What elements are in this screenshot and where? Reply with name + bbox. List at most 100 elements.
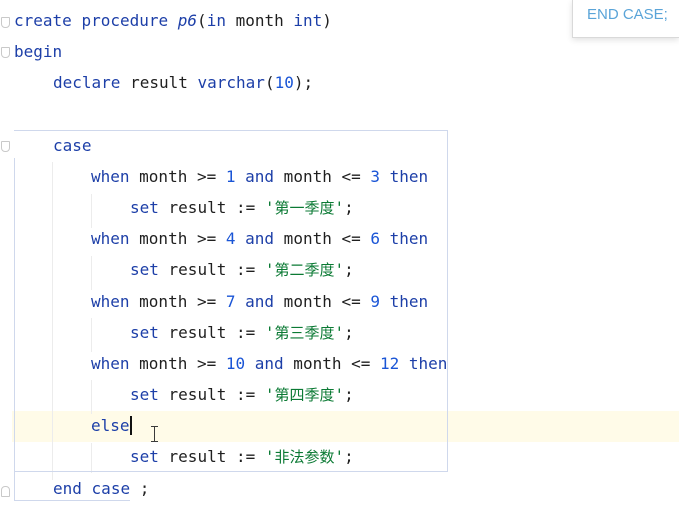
string-quote-close: ' (334, 447, 345, 466)
assignment: result := (158, 198, 265, 217)
semicolon: ; (344, 260, 354, 279)
string-value: 第三季度 (274, 324, 335, 342)
code-line-set-1[interactable]: set result := '第一季度'; (130, 193, 354, 223)
keyword-then: then (389, 292, 429, 311)
code-line-else[interactable]: else (91, 411, 132, 441)
string-quote-open: ' (264, 385, 275, 404)
assignment: result := (158, 447, 265, 466)
condition-lower: month >= (129, 167, 226, 186)
fold-end-case-icon[interactable] (1, 486, 10, 497)
keyword-procedure: procedure (81, 11, 169, 30)
fold-case-icon[interactable] (1, 141, 10, 152)
editor-gutter (0, 0, 12, 516)
param-type: int (293, 11, 323, 30)
keyword-set: set (130, 447, 159, 466)
type-varchar: varchar (197, 73, 265, 92)
string-quote-open: ' (264, 323, 275, 342)
keyword-and: and (245, 292, 275, 311)
number-upper: 9 (370, 292, 381, 311)
keyword-case: case (53, 136, 92, 155)
string-value: 非法参数 (274, 448, 335, 466)
code-editor[interactable]: create procedure p6(in month int) begin … (0, 0, 679, 516)
paren-close: ) (322, 11, 332, 30)
keyword-and: and (245, 167, 275, 186)
condition-upper: month <= (283, 354, 380, 373)
keyword-and: and (245, 229, 275, 248)
keyword-then: then (408, 354, 448, 373)
condition-lower: month >= (129, 354, 226, 373)
assignment: result := (158, 385, 265, 404)
semicolon: ; (139, 479, 150, 498)
number-lower: 7 (225, 292, 236, 311)
keyword-when: when (91, 354, 130, 373)
keyword-when: when (91, 229, 130, 248)
keyword-else: else (91, 416, 130, 435)
keyword-begin: begin (14, 42, 63, 61)
code-line-when-4[interactable]: when month >= 10 and month <= 12 then (91, 349, 447, 379)
fold-procedure-icon[interactable] (1, 17, 10, 28)
number-upper: 6 (370, 229, 381, 248)
semicolon: ; (344, 198, 354, 217)
code-line-set-4[interactable]: set result := '第四季度'; (130, 380, 354, 410)
code-line-when-1[interactable]: when month >= 1 and month <= 3 then (91, 162, 428, 192)
string-value: 第四季度 (274, 386, 335, 404)
keyword-set: set (130, 198, 159, 217)
keyword-when: when (91, 292, 130, 311)
string-quote-open: ' (264, 447, 275, 466)
hint-popup: END CASE; (572, 0, 679, 38)
code-line-when-3[interactable]: when month >= 7 and month <= 9 then (91, 287, 428, 317)
keyword-and: and (254, 354, 284, 373)
number-upper: 3 (370, 167, 381, 186)
keyword-when: when (91, 167, 130, 186)
string-value: 第二季度 (274, 261, 335, 279)
assignment: result := (158, 323, 265, 342)
param-name: month (225, 11, 294, 30)
text-caret (129, 416, 132, 435)
ibeam-cursor-icon (150, 426, 159, 442)
condition-upper: month <= (274, 229, 371, 248)
string-quote-close: ' (334, 198, 345, 217)
paren-open: ( (264, 73, 275, 92)
paren-open: ( (197, 11, 207, 30)
semicolon: ; (344, 323, 354, 342)
keyword-set: set (130, 260, 159, 279)
variable-result: result (120, 73, 198, 92)
keyword-set: set (130, 385, 159, 404)
code-line-3[interactable]: declare result varchar(10); (53, 68, 313, 98)
number-lower: 4 (225, 229, 236, 248)
string-quote-close: ' (334, 385, 345, 404)
code-line-2[interactable]: begin (14, 37, 62, 67)
number-lower: 1 (225, 167, 236, 186)
case-block-highlight-left (14, 158, 15, 500)
number-size: 10 (274, 73, 294, 92)
code-line-case[interactable]: case (53, 131, 92, 161)
number-lower: 10 (225, 354, 246, 373)
code-line-when-2[interactable]: when month >= 4 and month <= 6 then (91, 224, 428, 254)
string-quote-open: ' (264, 260, 275, 279)
string-quote-close: ' (334, 260, 345, 279)
condition-lower: month >= (129, 292, 226, 311)
assignment: result := (158, 260, 265, 279)
keyword-declare: declare (53, 73, 121, 92)
number-upper: 12 (380, 354, 400, 373)
keyword-case: case (91, 479, 131, 498)
keyword-then: then (389, 167, 429, 186)
code-line-end-case[interactable]: end case ; (53, 474, 149, 504)
code-line-set-5[interactable]: set result := '非法参数'; (130, 442, 354, 472)
condition-upper: month <= (274, 167, 371, 186)
semicolon: ; (344, 447, 354, 466)
condition-lower: month >= (129, 229, 226, 248)
code-line-1[interactable]: create procedure p6(in month int) (14, 6, 332, 36)
code-line-set-3[interactable]: set result := '第三季度'; (130, 318, 354, 348)
keyword-in: in (206, 11, 226, 30)
keyword-then: then (389, 229, 429, 248)
code-line-set-2[interactable]: set result := '第二季度'; (130, 255, 354, 285)
semicolon: ; (344, 385, 354, 404)
keyword-create: create (14, 11, 72, 30)
keyword-set: set (130, 323, 159, 342)
fold-begin-icon[interactable] (1, 47, 10, 58)
condition-upper: month <= (274, 292, 371, 311)
keyword-end: end (53, 479, 82, 498)
procedure-name: p6 (177, 11, 198, 30)
string-quote-close: ' (334, 323, 345, 342)
